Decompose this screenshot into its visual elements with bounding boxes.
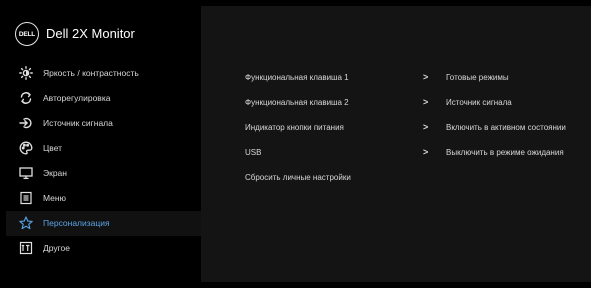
others-icon [19, 241, 33, 255]
menu-item-brightness-contrast[interactable]: Яркость / контрастность [6, 61, 201, 86]
menu-item-personalize[interactable]: Персонализация [6, 211, 201, 236]
menu-label: Источник сигнала [43, 118, 113, 128]
menu-item-color[interactable]: Цвет [6, 136, 201, 161]
input-source-icon [19, 116, 33, 130]
menu-label: Цвет [43, 143, 63, 153]
chevron-right-icon: > [423, 72, 429, 82]
chevron-right-icon: > [423, 97, 429, 107]
chevron-right-icon: > [423, 122, 429, 132]
menu-label: Авторегулировка [43, 93, 111, 103]
option-value: Источник сигнала [446, 98, 512, 107]
menu-item-display[interactable]: Экран [6, 161, 201, 186]
monitor-model-title: Dell 2X Monitor [46, 26, 135, 41]
osd-header: DELL Dell 2X Monitor [6, 6, 201, 58]
personalize-options-panel: Функциональная клавиша 1 > Готовые режим… [201, 6, 591, 282]
option-label: Функциональная клавиша 2 [245, 98, 349, 107]
menu-item-menu[interactable]: Меню [6, 186, 201, 211]
menu-label: Персонализация [43, 218, 110, 228]
menu-item-others[interactable]: Другое [6, 236, 201, 261]
monitor-osd: DELL Dell 2X Monitor Яркость / контрастн… [0, 0, 591, 288]
option-value: Готовые режимы [446, 73, 509, 82]
menu-label: Экран [43, 168, 67, 178]
menu-label: Другое [43, 243, 71, 253]
color-icon [19, 141, 33, 155]
dell-logo: DELL [15, 22, 39, 46]
option-label: USB [245, 148, 262, 157]
menu-item-auto-adjust[interactable]: Авторегулировка [6, 86, 201, 111]
main-menu: Яркость / контрастность Авторегулировка [6, 61, 201, 261]
auto-adjust-icon [19, 91, 33, 105]
option-row-shortcut-key-2[interactable]: Функциональная клавиша 2 > Источник сигн… [201, 91, 591, 115]
chevron-right-icon: > [423, 147, 429, 157]
option-row-reset-personalization[interactable]: Сбросить личные настройки [201, 166, 591, 190]
menu-item-input-source[interactable]: Источник сигнала [6, 111, 201, 136]
option-label: Сбросить личные настройки [245, 173, 351, 182]
option-label: Индикатор кнопки питания [245, 123, 344, 132]
menu-label: Меню [43, 193, 66, 203]
personalize-star-icon [19, 216, 33, 230]
option-row-usb[interactable]: USB > Выключить в режиме ожидания [201, 141, 591, 165]
menu-icon [19, 191, 33, 205]
option-label: Функциональная клавиша 1 [245, 73, 349, 82]
option-value: Выключить в режиме ожидания [446, 148, 564, 157]
osd-sidebar: DELL Dell 2X Monitor Яркость / контрастн… [6, 6, 201, 288]
logo-text: DELL [18, 30, 36, 38]
brightness-icon [19, 66, 33, 80]
option-row-shortcut-key-1[interactable]: Функциональная клавиша 1 > Готовые режим… [201, 66, 591, 90]
display-icon [19, 166, 33, 180]
menu-label: Яркость / контрастность [43, 68, 139, 78]
option-row-power-button-led[interactable]: Индикатор кнопки питания > Включить в ак… [201, 116, 591, 140]
option-value: Включить в активном состоянии [446, 123, 566, 132]
